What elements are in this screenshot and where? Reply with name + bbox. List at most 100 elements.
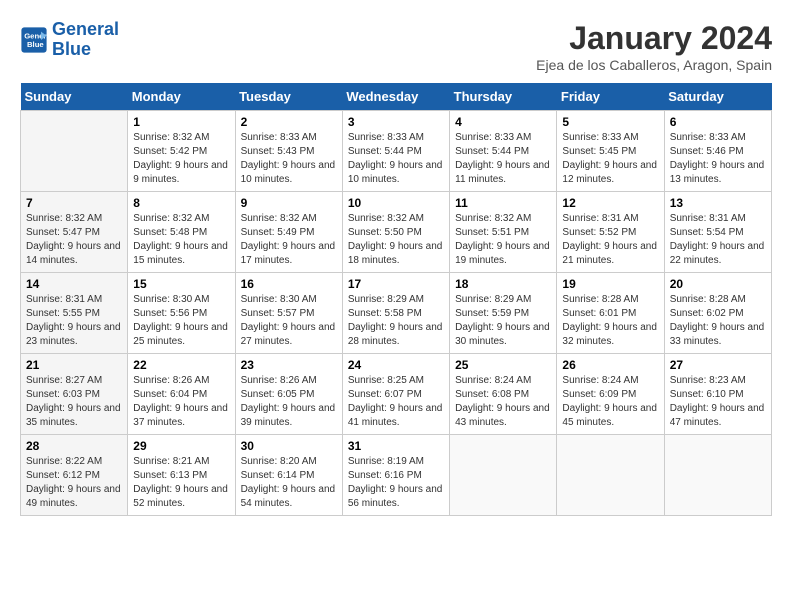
cell-info: Sunrise: 8:32 AMSunset: 5:49 PMDaylight:… xyxy=(241,212,337,268)
cell-info: Sunrise: 8:19 AMSunset: 6:16 PMDaylight:… xyxy=(348,455,444,511)
header-row: SundayMondayTuesdayWednesdayThursdayFrid… xyxy=(21,83,772,111)
header-day-saturday: Saturday xyxy=(664,83,771,111)
cell-info: Sunrise: 8:23 AMSunset: 6:10 PMDaylight:… xyxy=(670,374,766,430)
calendar-cell xyxy=(450,435,557,516)
calendar-cell: 14 Sunrise: 8:31 AMSunset: 5:55 PMDayligh… xyxy=(21,273,128,354)
calendar-cell: 16 Sunrise: 8:30 AMSunset: 5:57 PMDayligh… xyxy=(235,273,342,354)
calendar-cell xyxy=(21,111,128,192)
cell-info: Sunrise: 8:33 AMSunset: 5:44 PMDaylight:… xyxy=(455,131,551,187)
day-number: 2 xyxy=(241,115,337,129)
calendar-cell: 29Sunrise: 8:21 AMSunset: 6:13 PMDayligh… xyxy=(128,435,235,516)
day-number: 14 xyxy=(26,277,122,291)
calendar-cell: 7Sunrise: 8:32 AMSunset: 5:47 PMDaylight… xyxy=(21,192,128,273)
calendar-cell: 18 Sunrise: 8:29 AMSunset: 5:59 PMDayligh… xyxy=(450,273,557,354)
calendar-cell: 25 Sunrise: 8:24 AMSunset: 6:08 PMDayligh… xyxy=(450,354,557,435)
day-number: 13 xyxy=(670,196,766,210)
location-subtitle: Ejea de los Caballeros, Aragon, Spain xyxy=(536,57,772,73)
cell-info: Sunrise: 8:27 AMSunset: 6:03 PMDaylight:… xyxy=(26,374,122,430)
logo-text: General Blue xyxy=(52,20,119,60)
cell-info: Sunrise: 8:24 AMSunset: 6:08 PMDaylight:… xyxy=(455,374,551,430)
calendar-cell: 13Sunrise: 8:31 AMSunset: 5:54 PMDayligh… xyxy=(664,192,771,273)
cell-info: Sunrise: 8:31 AMSunset: 5:52 PMDaylight:… xyxy=(562,212,658,268)
cell-info: Sunrise: 8:24 AMSunset: 6:09 PMDaylight:… xyxy=(562,374,658,430)
cell-info: Sunrise: 8:33 AMSunset: 5:44 PMDaylight:… xyxy=(348,131,444,187)
calendar-header: SundayMondayTuesdayWednesdayThursdayFrid… xyxy=(21,83,772,111)
day-number: 3 xyxy=(348,115,444,129)
cell-info: Sunrise: 8:33 AMSunset: 5:43 PMDaylight:… xyxy=(241,131,337,187)
calendar-cell: 19Sunrise: 8:28 AMSunset: 6:01 PMDayligh… xyxy=(557,273,664,354)
day-number: 8 xyxy=(133,196,229,210)
day-number: 24 xyxy=(348,358,444,372)
calendar-cell: 22 Sunrise: 8:26 AMSunset: 6:04 PMDayligh… xyxy=(128,354,235,435)
week-row-4: 21 Sunrise: 8:27 AMSunset: 6:03 PMDayligh… xyxy=(21,354,772,435)
calendar-cell: 31 Sunrise: 8:19 AMSunset: 6:16 PMDayligh… xyxy=(342,435,449,516)
cell-info: Sunrise: 8:20 AMSunset: 6:14 PMDaylight:… xyxy=(241,455,337,511)
cell-info: Sunrise: 8:26 AMSunset: 6:05 PMDaylight:… xyxy=(241,374,337,430)
calendar-cell: 30 Sunrise: 8:20 AMSunset: 6:14 PMDayligh… xyxy=(235,435,342,516)
logo: General Blue General Blue xyxy=(20,20,119,60)
calendar-cell: 10 Sunrise: 8:32 AMSunset: 5:50 PMDayligh… xyxy=(342,192,449,273)
calendar-cell: 2 Sunrise: 8:33 AMSunset: 5:43 PMDaylight… xyxy=(235,111,342,192)
day-number: 26 xyxy=(562,358,658,372)
calendar-cell xyxy=(664,435,771,516)
day-number: 15 xyxy=(133,277,229,291)
calendar-cell: 24 Sunrise: 8:25 AMSunset: 6:07 PMDayligh… xyxy=(342,354,449,435)
calendar-cell: 21 Sunrise: 8:27 AMSunset: 6:03 PMDayligh… xyxy=(21,354,128,435)
day-number: 25 xyxy=(455,358,551,372)
day-number: 18 xyxy=(455,277,551,291)
calendar-cell: 27Sunrise: 8:23 AMSunset: 6:10 PMDayligh… xyxy=(664,354,771,435)
header-day-thursday: Thursday xyxy=(450,83,557,111)
day-number: 12 xyxy=(562,196,658,210)
calendar-cell: 4Sunrise: 8:33 AMSunset: 5:44 PMDaylight… xyxy=(450,111,557,192)
cell-info: Sunrise: 8:32 AMSunset: 5:51 PMDaylight:… xyxy=(455,212,551,268)
cell-info: Sunrise: 8:25 AMSunset: 6:07 PMDaylight:… xyxy=(348,374,444,430)
calendar-cell: 9Sunrise: 8:32 AMSunset: 5:49 PMDaylight… xyxy=(235,192,342,273)
cell-info: Sunrise: 8:33 AMSunset: 5:46 PMDaylight:… xyxy=(670,131,766,187)
calendar-cell: 26 Sunrise: 8:24 AMSunset: 6:09 PMDayligh… xyxy=(557,354,664,435)
cell-info: Sunrise: 8:26 AMSunset: 6:04 PMDaylight:… xyxy=(133,374,229,430)
day-number: 10 xyxy=(348,196,444,210)
header-day-tuesday: Tuesday xyxy=(235,83,342,111)
header-day-friday: Friday xyxy=(557,83,664,111)
day-number: 29 xyxy=(133,439,229,453)
cell-info: Sunrise: 8:29 AMSunset: 5:59 PMDaylight:… xyxy=(455,293,551,349)
cell-info: Sunrise: 8:31 AMSunset: 5:55 PMDaylight:… xyxy=(26,293,122,349)
calendar-cell: 6 Sunrise: 8:33 AMSunset: 5:46 PMDaylight… xyxy=(664,111,771,192)
cell-info: Sunrise: 8:32 AMSunset: 5:42 PMDaylight:… xyxy=(133,131,229,187)
calendar-cell: 3 Sunrise: 8:33 AMSunset: 5:44 PMDaylight… xyxy=(342,111,449,192)
calendar-cell xyxy=(557,435,664,516)
calendar-body: 1Sunrise: 8:32 AMSunset: 5:42 PMDaylight… xyxy=(21,111,772,516)
calendar-cell: 8Sunrise: 8:32 AMSunset: 5:48 PMDaylight… xyxy=(128,192,235,273)
calendar-cell: 12 Sunrise: 8:31 AMSunset: 5:52 PMDayligh… xyxy=(557,192,664,273)
calendar-cell: 15 Sunrise: 8:30 AMSunset: 5:56 PMDayligh… xyxy=(128,273,235,354)
day-number: 31 xyxy=(348,439,444,453)
week-row-2: 7Sunrise: 8:32 AMSunset: 5:47 PMDaylight… xyxy=(21,192,772,273)
svg-text:Blue: Blue xyxy=(27,40,44,49)
logo-line1: General xyxy=(52,19,119,39)
week-row-3: 14 Sunrise: 8:31 AMSunset: 5:55 PMDayligh… xyxy=(21,273,772,354)
cell-info: Sunrise: 8:30 AMSunset: 5:57 PMDaylight:… xyxy=(241,293,337,349)
logo-icon: General Blue xyxy=(20,26,48,54)
week-row-5: 28Sunrise: 8:22 AMSunset: 6:12 PMDayligh… xyxy=(21,435,772,516)
day-number: 17 xyxy=(348,277,444,291)
day-number: 6 xyxy=(670,115,766,129)
day-number: 22 xyxy=(133,358,229,372)
day-number: 23 xyxy=(241,358,337,372)
day-number: 5 xyxy=(562,115,658,129)
header-day-wednesday: Wednesday xyxy=(342,83,449,111)
day-number: 28 xyxy=(26,439,122,453)
header-day-monday: Monday xyxy=(128,83,235,111)
day-number: 30 xyxy=(241,439,337,453)
day-number: 7 xyxy=(26,196,122,210)
calendar-table: SundayMondayTuesdayWednesdayThursdayFrid… xyxy=(20,83,772,516)
calendar-cell: 17 Sunrise: 8:29 AMSunset: 5:58 PMDayligh… xyxy=(342,273,449,354)
day-number: 19 xyxy=(562,277,658,291)
cell-info: Sunrise: 8:30 AMSunset: 5:56 PMDaylight:… xyxy=(133,293,229,349)
cell-info: Sunrise: 8:29 AMSunset: 5:58 PMDaylight:… xyxy=(348,293,444,349)
day-number: 21 xyxy=(26,358,122,372)
day-number: 16 xyxy=(241,277,337,291)
calendar-cell: 1Sunrise: 8:32 AMSunset: 5:42 PMDaylight… xyxy=(128,111,235,192)
logo-line2: Blue xyxy=(52,39,91,59)
cell-info: Sunrise: 8:28 AMSunset: 6:02 PMDaylight:… xyxy=(670,293,766,349)
cell-info: Sunrise: 8:32 AMSunset: 5:50 PMDaylight:… xyxy=(348,212,444,268)
